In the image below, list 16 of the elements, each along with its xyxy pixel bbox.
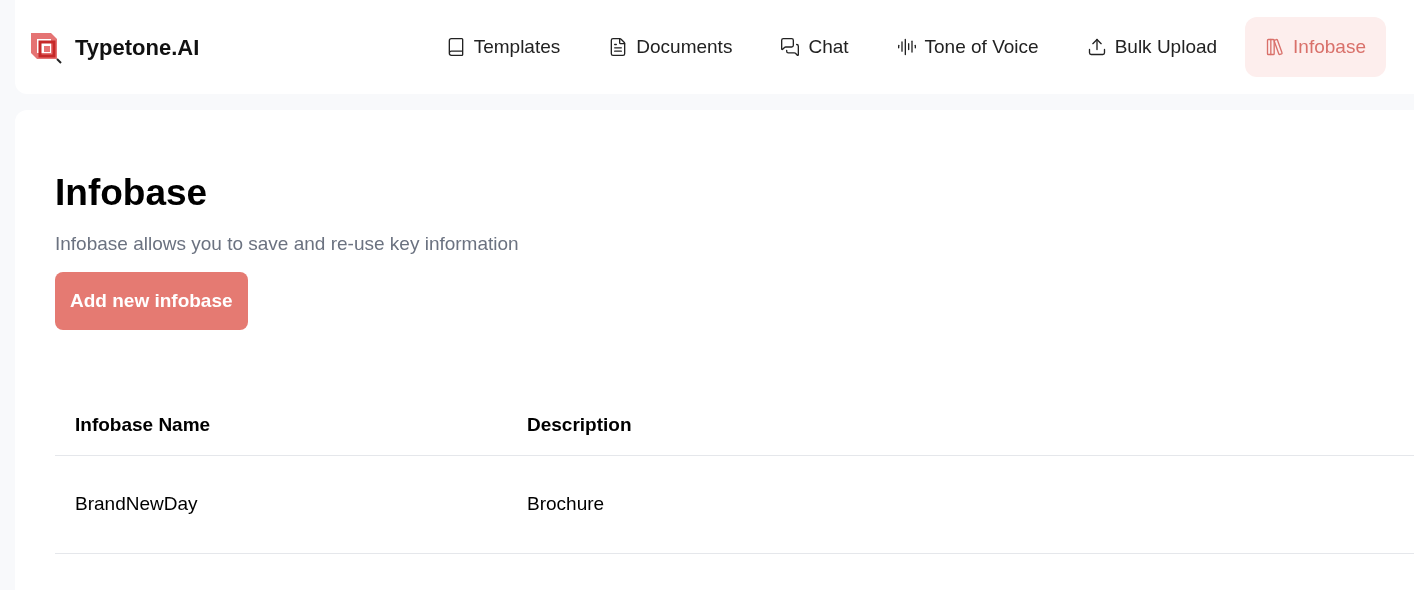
table-cell-text: Brochure [526,492,605,516]
table-cell-text: BrandNewDay [74,492,199,516]
column-header: Description [526,413,632,437]
brand-name: Typetone.AI [75,33,200,62]
page-subtitle: Infobase allows you to save and re-use key information [55,232,520,257]
nav-tab[interactable]: Documents [588,17,753,77]
nav-tab[interactable]: Bulk Upload [1066,17,1238,77]
sound-wave-icon [896,37,917,57]
nav-tab[interactable]: Templates [425,17,581,77]
books-icon [1265,37,1286,57]
nav-tab[interactable]: Chat [760,17,869,77]
page-title: Infobase [55,171,209,215]
column-header: Infobase Name [74,413,212,437]
upload-icon [1086,37,1107,57]
nav-tab[interactable]: Tone of Voice [876,17,1059,77]
chat-bubbles-icon [780,37,801,57]
